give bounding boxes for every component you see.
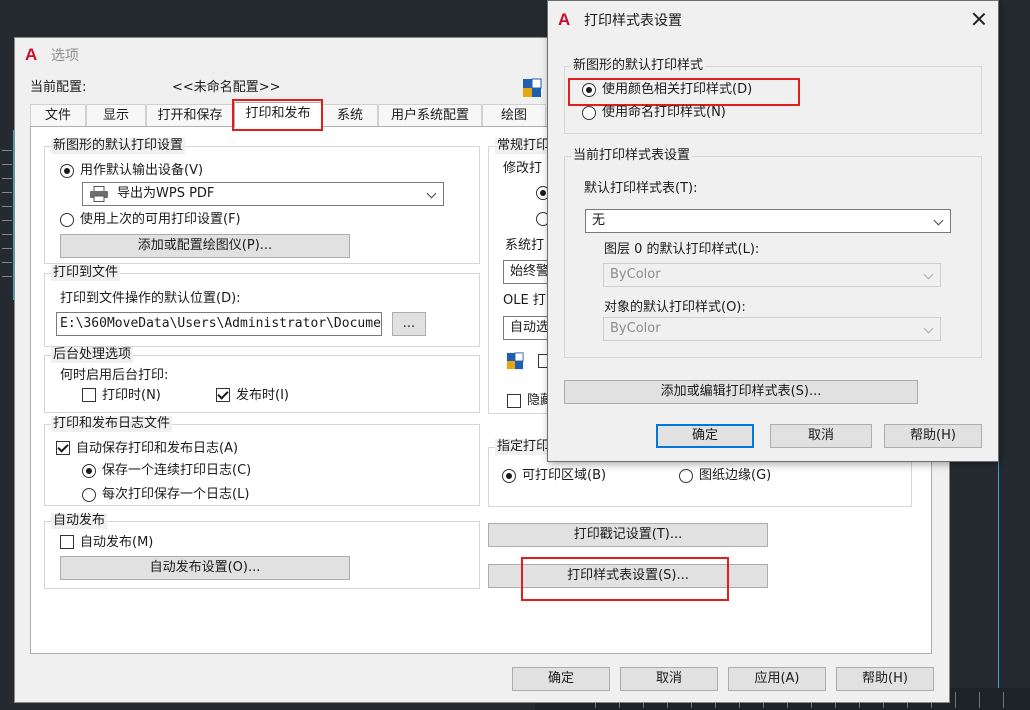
profile-drawing-icon	[523, 78, 542, 97]
group-offset-title: 指定打印	[495, 439, 552, 455]
options-title: 选项	[51, 48, 79, 64]
printable-area-radio[interactable]	[502, 469, 516, 483]
general-system-label: 系统打	[505, 238, 545, 253]
plot-style-title: 打印样式表设置	[584, 13, 682, 29]
use-last-settings-label: 使用上次的可用打印设置(F)	[80, 212, 241, 227]
options-help-button[interactable]: 帮助(H)	[836, 667, 934, 691]
options-apply-button[interactable]: 应用(A)	[728, 667, 826, 691]
group-print-to-file-title: 打印到文件	[51, 265, 121, 281]
per-plot-log-radio[interactable]	[82, 488, 96, 502]
chevron-down-icon	[933, 215, 944, 226]
printer-icon	[90, 186, 108, 202]
continuous-log-label: 保存一个连续打印日志(C)	[102, 463, 252, 478]
add-configure-plotter-button[interactable]: 添加或配置绘图仪(P)...	[60, 234, 350, 258]
style-cancel-button[interactable]: 取消	[770, 424, 872, 448]
plot-stamp-settings-button[interactable]: 打印戳记设置(T)...	[488, 523, 768, 547]
tab-drafting[interactable]: 绘图	[482, 104, 546, 126]
autopublish-label: 自动发布(M)	[80, 535, 154, 550]
autocad-logo-icon: A	[25, 45, 38, 64]
print-to-file-path-input[interactable]: E:\360MoveData\Users\Administrator\Docum…	[56, 312, 382, 336]
printable-area-label: 可打印区域(B)	[522, 468, 607, 483]
cad-canvas-left-strip	[0, 130, 14, 300]
general-modify-label: 修改打	[503, 161, 543, 176]
highlight-color-dependent	[568, 78, 800, 106]
autopublish-settings-button[interactable]: 自动发布设置(O)...	[60, 556, 350, 580]
background-when-label: 何时启用后台打印:	[60, 368, 169, 383]
object-style-select: ByColor	[603, 317, 941, 341]
paper-edge-label: 图纸边缘(G)	[699, 468, 772, 483]
auto-save-log-label: 自动保存打印和发布日志(A)	[76, 441, 239, 456]
chevron-down-icon	[923, 269, 934, 280]
default-device-value: 导出为WPS PDF	[117, 186, 215, 201]
print-to-file-location-label: 打印到文件操作的默认位置(D):	[60, 291, 241, 306]
hide-checkbox[interactable]	[507, 394, 521, 408]
named-styles-radio[interactable]	[582, 106, 596, 120]
object-style-label: 对象的默认打印样式(O):	[604, 300, 746, 315]
group-new-default-title: 新图形的默认打印样式	[571, 58, 706, 74]
continuous-log-radio[interactable]	[82, 464, 96, 478]
default-style-table-value: 无	[592, 213, 606, 228]
tab-open-save[interactable]: 打开和保存	[146, 104, 234, 126]
chevron-down-icon	[923, 323, 934, 334]
background-when-publishing-label: 发布时(I)	[236, 388, 289, 403]
group-general-title: 常规打印	[495, 138, 552, 154]
browse-path-button[interactable]: ...	[392, 312, 426, 336]
layer0-style-select: ByColor	[603, 263, 941, 287]
background-when-plotting-checkbox[interactable]	[82, 388, 96, 402]
ole-drawing-icon	[506, 352, 524, 370]
group-background-title: 后台处理选项	[51, 347, 134, 363]
object-style-value: ByColor	[610, 321, 661, 336]
autocad-logo-icon: A	[558, 10, 571, 29]
cad-canvas-right-strip	[998, 130, 1030, 690]
named-styles-label: 使用命名打印样式(N)	[602, 105, 726, 120]
default-device-select[interactable]: 导出为WPS PDF	[82, 182, 444, 206]
use-last-settings-radio[interactable]	[60, 213, 74, 227]
paper-edge-radio[interactable]	[679, 469, 693, 483]
highlight-tab-plot-publish	[232, 99, 323, 131]
current-profile-label: 当前配置:	[30, 80, 87, 95]
plot-style-titlebar: A 打印样式表设置	[548, 1, 998, 39]
group-background-processing: 后台处理选项	[44, 347, 480, 413]
group-default-print-title: 新图形的默认打印设置	[51, 138, 186, 154]
add-edit-style-tables-button[interactable]: 添加或编辑打印样式表(S)...	[564, 380, 918, 404]
tab-display[interactable]: 显示	[86, 104, 146, 126]
chevron-down-icon	[426, 188, 437, 199]
default-style-table-label: 默认打印样式表(T):	[584, 181, 698, 196]
use-default-device-label: 用作默认输出设备(V)	[80, 163, 204, 178]
options-cancel-button[interactable]: 取消	[620, 667, 718, 691]
background-when-publishing-checkbox[interactable]	[216, 388, 230, 402]
tab-user-preferences[interactable]: 用户系统配置	[378, 104, 482, 126]
group-log-title: 打印和发布日志文件	[51, 416, 173, 432]
auto-save-log-checkbox[interactable]	[56, 441, 70, 455]
options-ok-button[interactable]: 确定	[512, 667, 610, 691]
general-ole-label: OLE 打	[503, 293, 546, 308]
group-current-style-title: 当前打印样式表设置	[571, 148, 693, 164]
style-help-button[interactable]: 帮助(H)	[884, 424, 982, 448]
style-ok-button[interactable]: 确定	[656, 424, 754, 448]
per-plot-log-label: 每次打印保存一个日志(L)	[102, 487, 250, 502]
use-default-device-radio[interactable]	[60, 164, 74, 178]
close-icon[interactable]	[972, 12, 986, 26]
background-when-plotting-label: 打印时(N)	[102, 388, 161, 403]
layer0-style-value: ByColor	[610, 267, 661, 282]
tab-system[interactable]: 系统	[322, 104, 378, 126]
autopublish-checkbox[interactable]	[60, 535, 74, 549]
tab-files[interactable]: 文件	[30, 104, 86, 126]
current-profile-value: <<未命名配置>>	[172, 80, 281, 95]
default-style-table-select[interactable]: 无	[585, 209, 951, 233]
layer0-style-label: 图层 0 的默认打印样式(L):	[604, 242, 760, 257]
highlight-plot-style-settings	[521, 557, 729, 601]
group-autopublish-title: 自动发布	[51, 513, 108, 529]
